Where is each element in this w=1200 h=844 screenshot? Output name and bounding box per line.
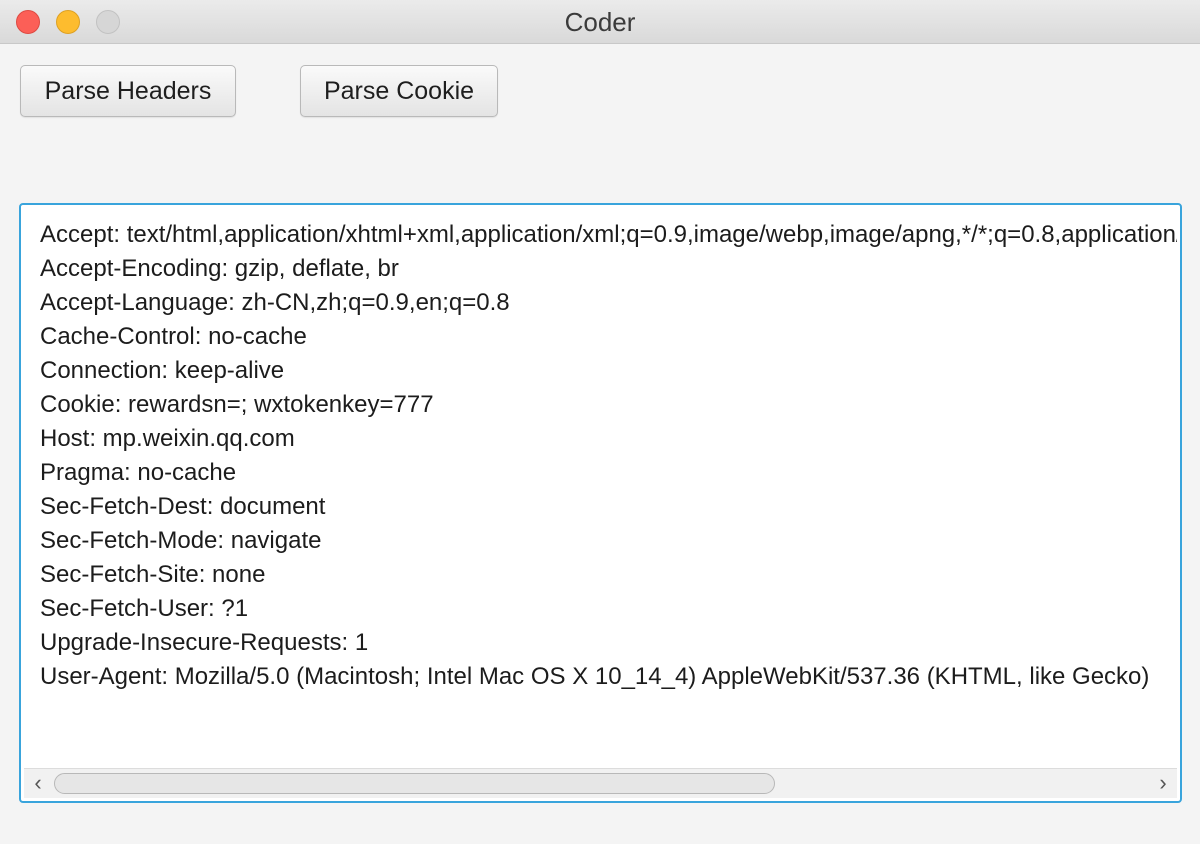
text-line: Host: mp.weixin.qq.com	[40, 425, 295, 452]
scroll-thumb[interactable]	[54, 773, 775, 794]
scroll-right-icon[interactable]: ›	[1149, 769, 1177, 798]
text-line: Connection: keep-alive	[40, 357, 285, 384]
scroll-left-icon[interactable]: ‹	[24, 769, 52, 798]
text-line: Sec-Fetch-Mode: navigate	[40, 527, 322, 554]
text-line: Accept: text/html,application/xhtml+xml,…	[40, 221, 1177, 248]
horizontal-scrollbar[interactable]: ‹ ›	[24, 768, 1177, 798]
window-title: Coder	[564, 7, 636, 37]
app-window: Coder Parse Headers Parse Cookie Accept:…	[0, 0, 1200, 844]
text-line: Sec-Fetch-Dest: document	[40, 493, 326, 520]
text-line: Upgrade-Insecure-Requests: 1	[40, 629, 369, 656]
parse-cookie-button[interactable]: Parse Cookie	[300, 65, 498, 117]
title-bar[interactable]: Coder	[0, 0, 1200, 44]
text-line: Accept-Language: zh-CN,zh;q=0.9,en;q=0.8	[40, 289, 510, 316]
text-lines: Accept: text/html,application/xhtml+xml,…	[40, 218, 1177, 694]
text-line: Sec-Fetch-User: ?1	[40, 595, 249, 622]
text-line: Cache-Control: no-cache	[40, 323, 307, 350]
text-line: User-Agent: Mozilla/5.0 (Macintosh; Inte…	[40, 663, 1150, 690]
text-line: Pragma: no-cache	[40, 459, 237, 486]
scroll-track[interactable]	[54, 773, 1147, 794]
text-line: Cookie: rewardsn=; wxtokenkey=777	[40, 391, 434, 418]
text-area-content[interactable]: Accept: text/html,application/xhtml+xml,…	[24, 208, 1177, 768]
parse-headers-button[interactable]: Parse Headers	[20, 65, 236, 117]
text-line: Accept-Encoding: gzip, deflate, br	[40, 255, 399, 282]
headers-text-area[interactable]: Accept: text/html,application/xhtml+xml,…	[19, 203, 1182, 803]
text-line: Sec-Fetch-Site: none	[40, 561, 266, 588]
